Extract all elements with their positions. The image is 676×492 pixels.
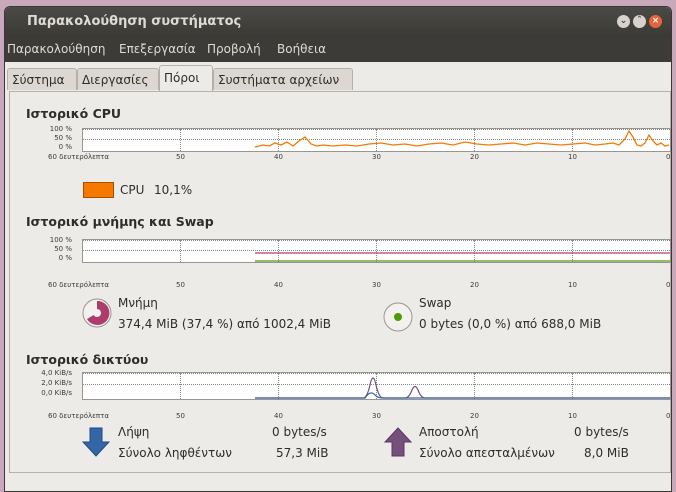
memory-pie-icon[interactable] (81, 297, 113, 329)
cpu-ytick-100: 100 % (49, 125, 72, 133)
swap-value: 0 bytes (0,0 %) από 688,0 MiB (419, 317, 602, 331)
network-history-title: Ιστορικό δικτύου (26, 352, 149, 367)
mem-xtick-50: 50 (176, 281, 185, 289)
net-xtick-0: 0 (666, 412, 671, 420)
cpu-xtick-40: 40 (274, 153, 283, 161)
mem-ytick-0: 0 % (58, 254, 72, 262)
minimize-icon[interactable]: ⌄ (617, 15, 630, 28)
network-lines (255, 377, 670, 399)
receive-total-label: Σύνολο ληφθέντων (118, 446, 232, 460)
net-xtick-50: 50 (176, 412, 185, 420)
receive-label: Λήψη (118, 425, 150, 439)
tab-bar: Σύστημα Διεργασίες Πόροι Συστήματα αρχεί… (5, 65, 671, 92)
tab-processes[interactable]: Διεργασίες (77, 68, 159, 90)
net-xtick-20: 20 (470, 412, 479, 420)
memory-label: Μνήμη (118, 296, 158, 310)
cpu-line (254, 129, 670, 148)
send-total: 8,0 MiB (584, 446, 629, 460)
mem-xtick-20: 20 (470, 281, 479, 289)
net-xtick-30: 30 (372, 412, 381, 420)
tab-filesystems[interactable]: Συστήματα αρχείων (213, 68, 353, 90)
tab-resources[interactable]: Πόροι (159, 65, 213, 92)
menu-edit[interactable]: Επεξεργασία (119, 42, 196, 56)
menu-monitor[interactable]: Παρακολούθηση (7, 42, 105, 56)
cpu-xtick-10: 10 (568, 153, 577, 161)
cpu-graph (82, 128, 671, 152)
mem-xtick-10: 10 (568, 281, 577, 289)
memory-line (255, 252, 670, 262)
maximize-icon[interactable]: ˆ (633, 15, 646, 28)
memory-history-title: Ιστορικό μνήμης και Swap (26, 214, 214, 229)
send-rate: 0 bytes/s (574, 425, 629, 439)
window-title: Παρακολούθηση συστήματος (27, 14, 242, 29)
cpu-xtick-20: 20 (470, 153, 479, 161)
cpu-ytick-0: 0 % (58, 143, 72, 151)
mem-ytick-100: 100 % (49, 236, 72, 244)
memory-graph (82, 239, 671, 263)
net-ytick-2: 2,0 KiB/s (41, 379, 72, 387)
net-xtick-40: 40 (274, 412, 283, 420)
status-bar (5, 473, 671, 491)
mem-xtick-30: 30 (372, 281, 381, 289)
tab-system[interactable]: Σύστημα (7, 68, 77, 90)
net-xtick-10: 10 (568, 412, 577, 420)
cpu-legend-label: CPU (120, 183, 145, 197)
system-monitor-window: Παρακολούθηση συστήματος ⌄ ˆ × Παρακολού… (4, 6, 672, 492)
net-ytick-4: 4,0 KiB/s (41, 369, 72, 377)
swap-pie-icon[interactable] (382, 301, 414, 333)
cpu-history-title: Ιστορικό CPU (26, 106, 122, 121)
close-icon[interactable]: × (649, 15, 662, 28)
net-ytick-0: 0,0 KiB/s (41, 389, 72, 397)
send-label: Αποστολή (419, 425, 479, 439)
send-arrow-icon[interactable] (384, 426, 412, 458)
send-total-label: Σύνολο απεσταλμένων (419, 446, 555, 460)
memory-value: 374,4 MiB (37,4 %) από 1002,4 MiB (118, 317, 332, 331)
cpu-xtick-30: 30 (372, 153, 381, 161)
mem-xtick-40: 40 (274, 281, 283, 289)
cpu-ytick-50: 50 % (54, 134, 72, 142)
menu-help[interactable]: Βοήθεια (277, 42, 326, 56)
receive-total: 57,3 MiB (276, 446, 329, 460)
cpu-xtick-0: 0 (666, 153, 671, 161)
cpu-legend-value: 10,1% (154, 183, 193, 197)
network-graph (82, 372, 671, 400)
net-xtick-60: 60 δευτερόλεπτα (48, 412, 109, 420)
receive-arrow-icon[interactable] (82, 426, 110, 458)
resources-panel: Ιστορικό CPU 100 % 50 % 0 % 60 δευτερόλε… (9, 91, 671, 473)
cpu-xtick-50: 50 (176, 153, 185, 161)
mem-ytick-50: 50 % (54, 245, 72, 253)
title-bar[interactable]: Παρακολούθηση συστήματος ⌄ ˆ × (5, 7, 671, 38)
cpu-color-swatch[interactable] (83, 182, 114, 198)
swap-label: Swap (419, 296, 452, 310)
cpu-xtick-60: 60 δευτερόλεπτα (48, 153, 109, 161)
mem-xtick-0: 0 (666, 281, 671, 289)
menu-bar: Παρακολούθηση Επεξεργασία Προβολή Βοήθει… (5, 38, 671, 62)
mem-xtick-60: 60 δευτερόλεπτα (48, 281, 109, 289)
receive-rate: 0 bytes/s (272, 425, 327, 439)
menu-view[interactable]: Προβολή (207, 42, 261, 56)
